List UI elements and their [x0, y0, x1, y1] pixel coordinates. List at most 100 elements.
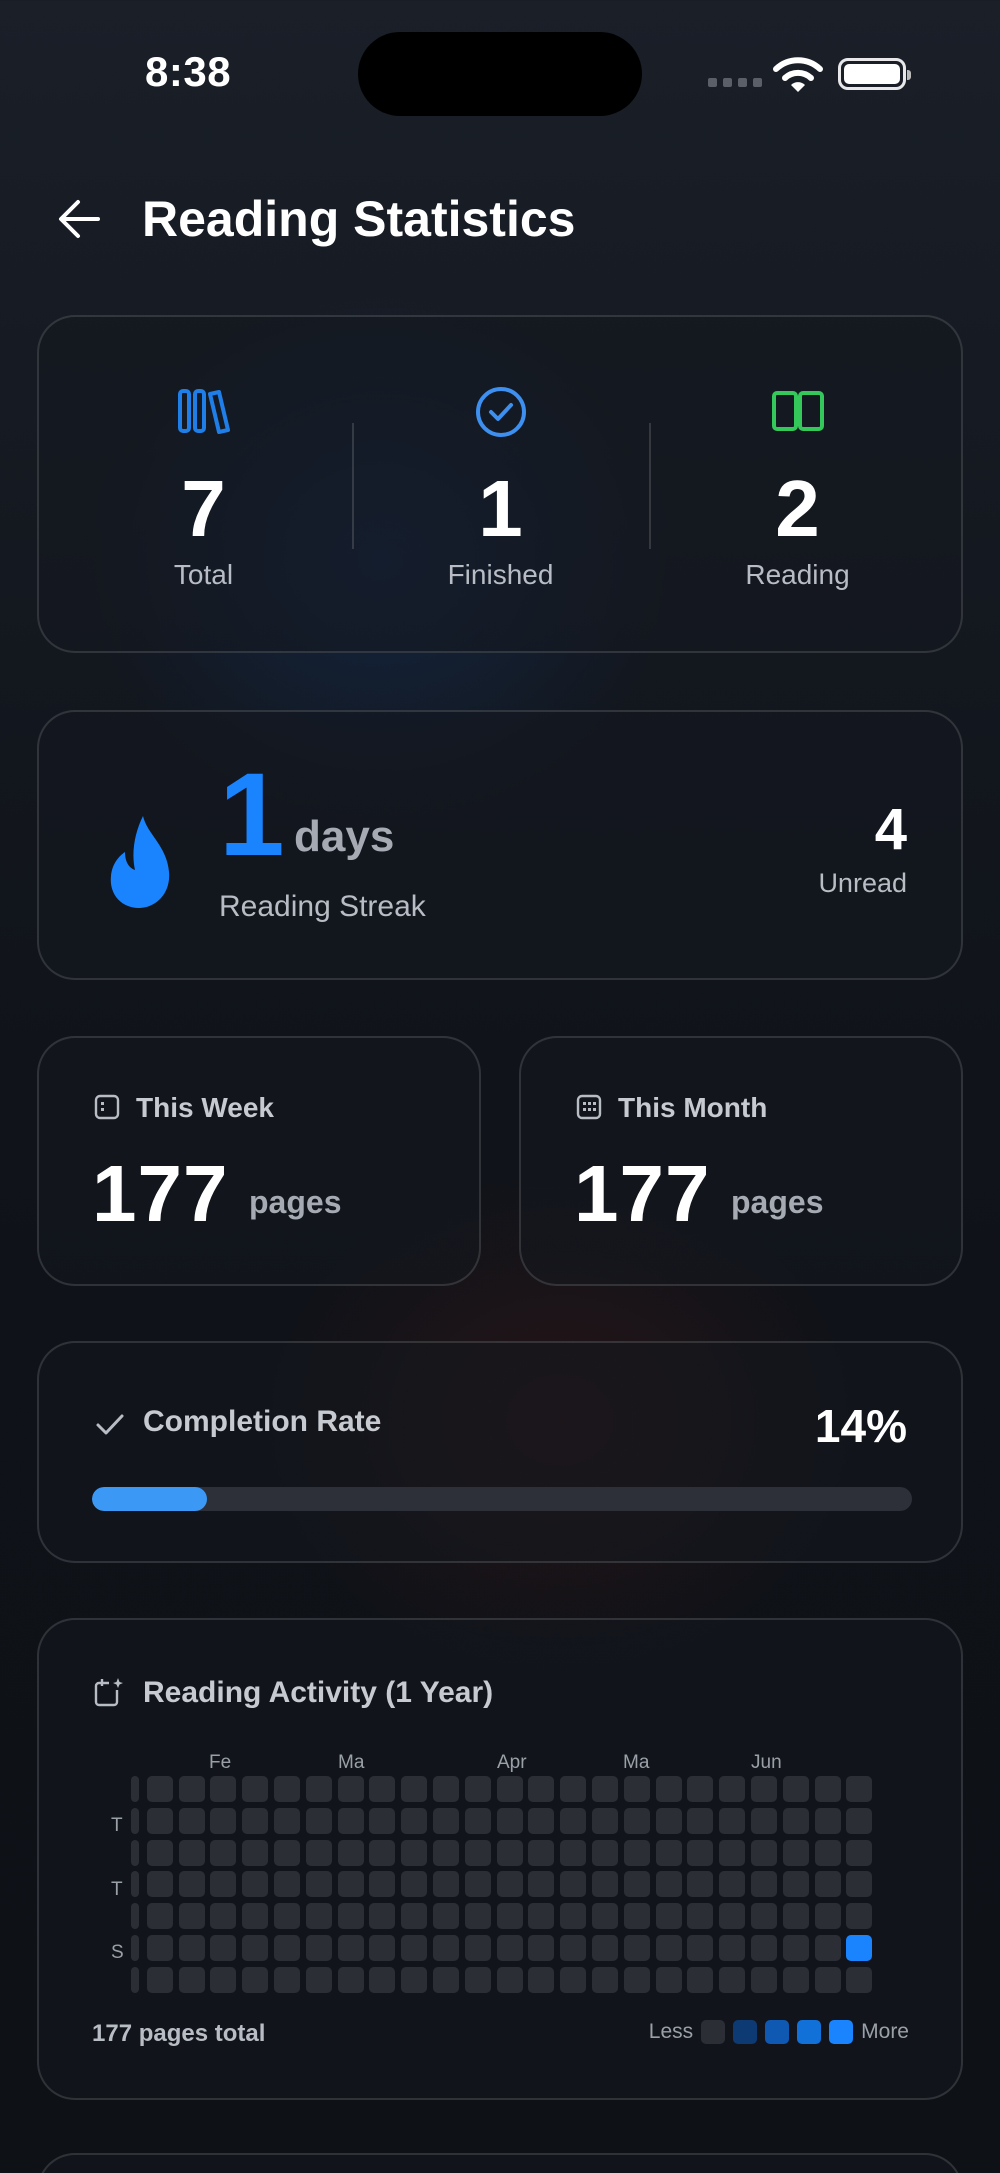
heatmap-cell: [337, 1807, 364, 1834]
calendar-activity-icon: [94, 1678, 123, 1707]
heatmap-cell: [337, 1966, 364, 1993]
heatmap-cell: [131, 1935, 139, 1961]
back-arrow-icon[interactable]: [56, 196, 102, 242]
heatmap-cell: [496, 1776, 523, 1802]
heatmap-cell: [528, 1807, 555, 1834]
streak-card: 1 days Reading Streak 4 Unread: [37, 710, 963, 980]
open-book-icon: [771, 391, 824, 431]
heatmap-cell: [305, 1966, 332, 1993]
heatmap-cell: [464, 1839, 491, 1866]
completion-progress-fill: [92, 1487, 207, 1511]
heatmap-cell: [464, 1966, 491, 1993]
heatmap-cell: [592, 1839, 618, 1866]
heatmap-cell: [655, 1871, 682, 1898]
heatmap-cell: [433, 1807, 459, 1834]
heatmap-cell: [623, 1776, 650, 1802]
heatmap-cell: [496, 1966, 523, 1993]
heatmap-cell: [433, 1935, 459, 1961]
heatmap-cell: [782, 1839, 809, 1866]
heatmap-cell: [274, 1903, 300, 1930]
heatmap-cell: [178, 1839, 205, 1866]
heatmap-cell: [846, 1839, 873, 1866]
heatmap-cell: [369, 1839, 396, 1866]
heatmap-cell: [623, 1966, 650, 1993]
heatmap-cell: [623, 1807, 650, 1834]
heatmap-cell: [146, 1871, 173, 1898]
heatmap-cell: [655, 1839, 682, 1866]
heatmap-cell: [131, 1776, 139, 1802]
reading-count: 2: [775, 464, 820, 553]
next-card: [37, 2153, 963, 2173]
heatmap-cell: [623, 1839, 650, 1866]
heatmap-cell: [401, 1839, 428, 1866]
heatmap-cell: [623, 1935, 650, 1961]
heatmap-cell: [719, 1903, 746, 1930]
heatmap-cell: [846, 1807, 873, 1834]
heatmap-cell: [560, 1903, 587, 1930]
heatmap-cell: [242, 1807, 269, 1834]
heatmap-cell: [814, 1776, 841, 1802]
heatmap-cell: [178, 1966, 205, 1993]
heatmap-cell: [814, 1807, 841, 1834]
month-label: Ma: [623, 1752, 650, 1773]
heatmap-cell: [305, 1839, 332, 1866]
heatmap-cell: [242, 1903, 269, 1930]
heatmap-cell: [560, 1935, 587, 1961]
heatmap-cell: [814, 1966, 841, 1993]
heatmap-cell: [496, 1935, 523, 1961]
streak-label: Reading Streak: [219, 890, 426, 923]
heatmap-cell: [687, 1871, 714, 1898]
heatmap-cell: [528, 1903, 555, 1930]
stat-finished[interactable]: 1 Finished: [352, 317, 649, 651]
wifi-icon: [773, 57, 823, 92]
heatmap-cell: [274, 1966, 300, 1993]
heatmap-cell: [782, 1903, 809, 1930]
heatmap-cell: [719, 1966, 746, 1993]
heatmap-cell: [846, 1935, 873, 1961]
heatmap-cell: [131, 1839, 139, 1866]
legend-less-label: Less: [648, 2020, 694, 2043]
unread-label: Unread: [818, 868, 907, 898]
stat-reading[interactable]: 2 Reading: [649, 317, 946, 651]
heatmap-cell: [687, 1807, 714, 1834]
month-label: Apr: [497, 1752, 527, 1773]
total-count: 7: [181, 464, 226, 553]
heatmap-cell: [369, 1871, 396, 1898]
heatmap-cell: [655, 1935, 682, 1961]
heatmap-cell: [210, 1871, 237, 1898]
heatmap-legend: Less More: [649, 2020, 909, 2044]
this-week-card[interactable]: This Week 177 pages: [37, 1036, 481, 1286]
heatmap-cell: [496, 1839, 523, 1866]
heatmap-cell: [146, 1776, 173, 1802]
heatmap-cell: [210, 1903, 237, 1930]
this-month-card[interactable]: This Month 177 pages: [519, 1036, 963, 1286]
heatmap-cell: [146, 1935, 173, 1961]
heatmap-cell: [242, 1839, 269, 1866]
activity-total: 177 pages total: [92, 2020, 266, 2047]
heatmap-cell: [782, 1776, 809, 1802]
heatmap-cell: [719, 1871, 746, 1898]
heatmap-cell: [369, 1807, 396, 1834]
heatmap-cell: [528, 1776, 555, 1802]
heatmap-cell: [305, 1871, 332, 1898]
reading-label: Reading: [745, 559, 850, 590]
heatmap-cell: [131, 1966, 139, 1993]
heatmap-cell: [592, 1807, 618, 1834]
heatmap-cell: [528, 1966, 555, 1993]
activity-title: Reading Activity (1 Year): [143, 1676, 494, 1709]
heatmap-cell: [337, 1776, 364, 1802]
heatmap-cell: [782, 1935, 809, 1961]
heatmap-cell: [369, 1903, 396, 1930]
activity-card: Reading Activity (1 Year) Fe Ma Apr Ma J…: [37, 1618, 963, 2100]
completion-progress-bar: [92, 1487, 912, 1511]
heatmap-cell: [178, 1776, 205, 1802]
dynamic-island: [358, 32, 642, 116]
heatmap-cell: [210, 1807, 237, 1834]
legend-swatch: [829, 2020, 854, 2044]
stat-total[interactable]: 7 Total: [55, 317, 352, 651]
heatmap-cell: [655, 1903, 682, 1930]
heatmap-cell: [146, 1966, 173, 1993]
heatmap-cell: [560, 1966, 587, 1993]
heatmap-cell: [274, 1839, 300, 1866]
heatmap-cell: [560, 1807, 587, 1834]
